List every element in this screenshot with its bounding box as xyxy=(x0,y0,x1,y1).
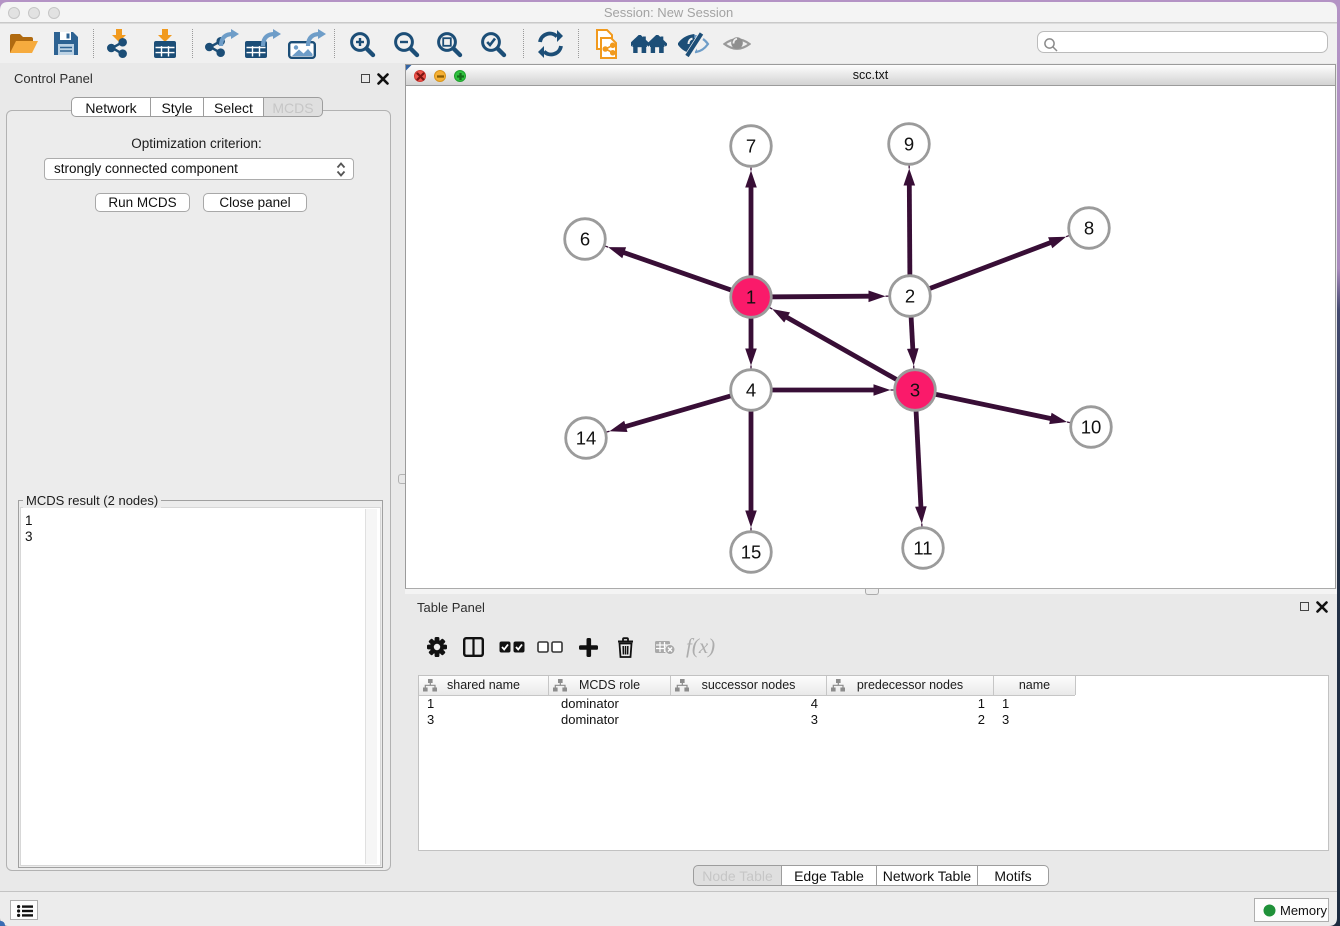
svg-text:10: 10 xyxy=(1081,417,1102,438)
svg-text:2: 2 xyxy=(905,286,915,307)
svg-text:15: 15 xyxy=(741,542,762,563)
svg-text:14: 14 xyxy=(576,428,597,449)
svg-text:9: 9 xyxy=(904,134,914,155)
svg-text:6: 6 xyxy=(580,229,590,250)
svg-text:1: 1 xyxy=(746,287,756,308)
svg-text:11: 11 xyxy=(913,538,932,559)
svg-text:8: 8 xyxy=(1084,218,1094,239)
svg-text:4: 4 xyxy=(746,380,756,401)
svg-text:3: 3 xyxy=(910,380,920,401)
svg-text:7: 7 xyxy=(746,136,756,157)
